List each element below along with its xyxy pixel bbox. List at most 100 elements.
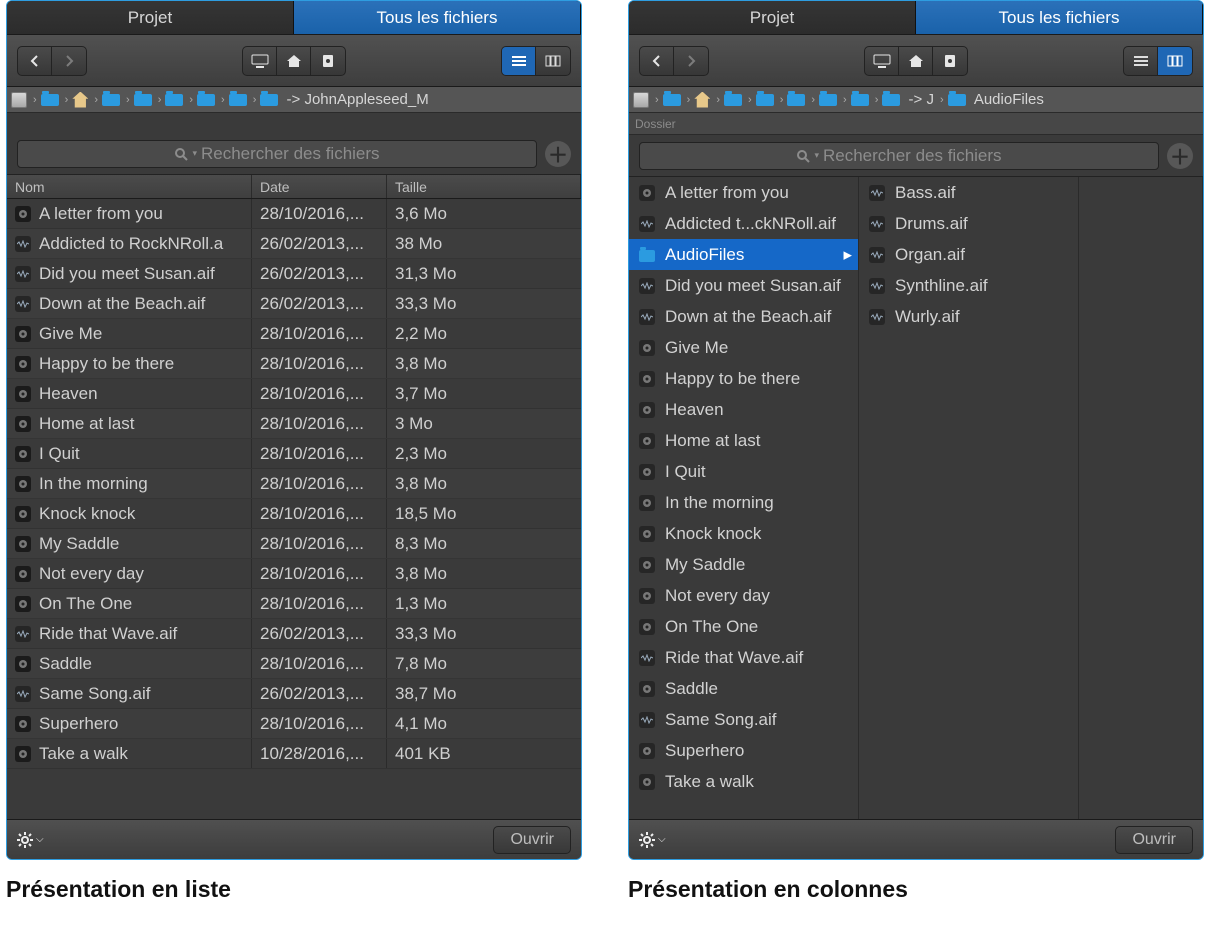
table-row[interactable]: Heaven28/10/2016,...3,7 Mo [7, 379, 581, 409]
file-size: 3 Mo [395, 414, 433, 434]
table-row[interactable]: Home at last28/10/2016,...3 Mo [7, 409, 581, 439]
project-file-icon [639, 774, 655, 790]
file-name: Synthline.aif [895, 276, 988, 296]
view-column-button[interactable] [536, 47, 570, 75]
column-header-date[interactable]: Date [252, 175, 387, 198]
file-name: Saddle [665, 679, 718, 699]
list-item[interactable]: Drums.aif [859, 208, 1078, 239]
list-item[interactable]: Addicted t...ckNRoll.aif [629, 208, 858, 239]
add-button[interactable]: ＋ [545, 141, 571, 167]
list-item[interactable]: Home at last [629, 425, 858, 456]
home-icon [72, 92, 88, 108]
location-project-button[interactable] [311, 47, 345, 75]
tab-tous-les-fichiers[interactable]: Tous les fichiers [916, 1, 1203, 34]
nav-back-button[interactable] [640, 47, 674, 75]
column-pane-3 [1079, 177, 1203, 819]
project-file-icon [15, 566, 31, 582]
table-row[interactable]: Saddle28/10/2016,...7,8 Mo [7, 649, 581, 679]
column-header-size[interactable]: Taille [387, 175, 581, 198]
tab-projet[interactable]: Projet [629, 1, 916, 34]
table-row[interactable]: I Quit28/10/2016,...2,3 Mo [7, 439, 581, 469]
view-list-button[interactable] [502, 47, 536, 75]
list-item[interactable]: My Saddle [629, 549, 858, 580]
table-row[interactable]: Not every day28/10/2016,...3,8 Mo [7, 559, 581, 589]
file-date: 26/02/2013,... [260, 264, 364, 284]
table-row[interactable]: My Saddle28/10/2016,...8,3 Mo [7, 529, 581, 559]
file-name: Give Me [39, 324, 102, 344]
audio-file-icon [869, 247, 885, 263]
list-item[interactable]: A letter from you [629, 177, 858, 208]
list-item[interactable]: Heaven [629, 394, 858, 425]
column-header-name[interactable]: Nom [7, 175, 252, 198]
view-column-button[interactable] [1158, 47, 1192, 75]
table-row[interactable]: In the morning28/10/2016,...3,8 Mo [7, 469, 581, 499]
list-item[interactable]: Down at the Beach.aif [629, 301, 858, 332]
list-item[interactable]: Same Song.aif [629, 704, 858, 735]
action-menu-button[interactable]: ⌵ [639, 832, 666, 848]
search-input[interactable]: ▾ Rechercher des fichiers [17, 140, 537, 168]
breadcrumb-current: AudioFiles [974, 91, 1044, 108]
list-item[interactable]: Synthline.aif [859, 270, 1078, 301]
location-computer-button[interactable] [865, 47, 899, 75]
file-name: Give Me [665, 338, 728, 358]
table-row[interactable]: Give Me28/10/2016,...2,2 Mo [7, 319, 581, 349]
nav-back-button[interactable] [18, 47, 52, 75]
list-item[interactable]: Not every day [629, 580, 858, 611]
list-item[interactable]: Ride that Wave.aif [629, 642, 858, 673]
add-button[interactable]: ＋ [1167, 143, 1193, 169]
folder-icon [229, 94, 247, 106]
list-item[interactable]: Knock knock [629, 518, 858, 549]
open-button[interactable]: Ouvrir [493, 826, 571, 854]
table-row[interactable]: Superhero28/10/2016,...4,1 Mo [7, 709, 581, 739]
file-name: In the morning [665, 493, 774, 513]
list-item[interactable]: I Quit [629, 456, 858, 487]
list-item[interactable]: Superhero [629, 735, 858, 766]
list-item[interactable]: Give Me [629, 332, 858, 363]
nav-forward-button[interactable] [52, 47, 86, 75]
location-project-button[interactable] [933, 47, 967, 75]
list-item[interactable]: On The One [629, 611, 858, 642]
list-item[interactable]: In the morning [629, 487, 858, 518]
table-row[interactable]: On The One28/10/2016,...1,3 Mo [7, 589, 581, 619]
location-home-button[interactable] [899, 47, 933, 75]
project-file-icon [15, 656, 31, 672]
search-input[interactable]: ▾ Rechercher des fichiers [639, 142, 1159, 170]
project-file-icon [639, 681, 655, 697]
nav-forward-button[interactable] [674, 47, 708, 75]
folder-icon [260, 94, 278, 106]
table-row[interactable]: Addicted to RockNRoll.a26/02/2013,...38 … [7, 229, 581, 259]
list-item[interactable]: Organ.aif [859, 239, 1078, 270]
tab-tous-les-fichiers[interactable]: Tous les fichiers [294, 1, 581, 34]
list-item[interactable]: Bass.aif [859, 177, 1078, 208]
table-row[interactable]: Down at the Beach.aif26/02/2013,...33,3 … [7, 289, 581, 319]
table-row[interactable]: Knock knock28/10/2016,...18,5 Mo [7, 499, 581, 529]
breadcrumb[interactable]: › › › › › › › › -> JohnAppleseed_M [7, 87, 581, 113]
list-item[interactable]: Happy to be there [629, 363, 858, 394]
file-name: Bass.aif [895, 183, 955, 203]
action-menu-button[interactable]: ⌵ [17, 832, 44, 848]
view-list-button[interactable] [1124, 47, 1158, 75]
location-computer-button[interactable] [243, 47, 277, 75]
file-size: 2,3 Mo [395, 444, 447, 464]
list-item[interactable]: Saddle [629, 673, 858, 704]
list-item[interactable]: Take a walk [629, 766, 858, 797]
gear-icon [17, 832, 33, 848]
table-row[interactable]: Ride that Wave.aif26/02/2013,...33,3 Mo [7, 619, 581, 649]
location-home-button[interactable] [277, 47, 311, 75]
list-item[interactable]: AudioFiles▶ [629, 239, 858, 270]
file-size: 2,2 Mo [395, 324, 447, 344]
table-row[interactable]: Same Song.aif26/02/2013,...38,7 Mo [7, 679, 581, 709]
table-row[interactable]: A letter from you28/10/2016,...3,6 Mo [7, 199, 581, 229]
folder-icon [819, 94, 837, 106]
list-item[interactable]: Did you meet Susan.aif [629, 270, 858, 301]
tab-projet[interactable]: Projet [7, 1, 294, 34]
file-date: 28/10/2016,... [260, 564, 364, 584]
table-row[interactable]: Happy to be there28/10/2016,...3,8 Mo [7, 349, 581, 379]
table-row[interactable]: Did you meet Susan.aif26/02/2013,...31,3… [7, 259, 581, 289]
table-row[interactable]: Take a walk10/28/2016,...401 KB [7, 739, 581, 769]
project-file-icon [639, 495, 655, 511]
toolbar [629, 35, 1203, 87]
list-item[interactable]: Wurly.aif [859, 301, 1078, 332]
open-button[interactable]: Ouvrir [1115, 826, 1193, 854]
breadcrumb[interactable]: › › › › › › › › -> J› AudioFiles [629, 87, 1203, 113]
